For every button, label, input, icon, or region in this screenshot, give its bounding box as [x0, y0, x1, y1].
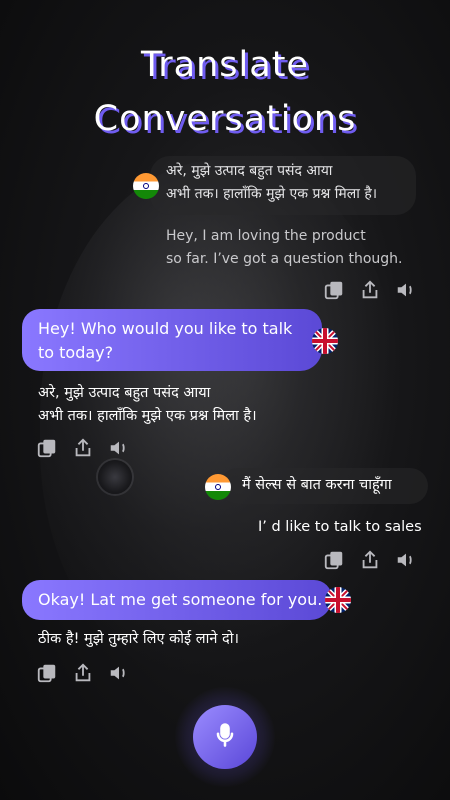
message-text: अरे, मुझे उत्पाद बहुत पसंद आया अभी तक। ह… [166, 163, 378, 202]
share-icon[interactable] [359, 279, 381, 301]
message-bubble-original[interactable]: Okay! Lat me get someone for you. [22, 580, 332, 620]
copy-icon[interactable] [323, 549, 345, 571]
message-actions [323, 279, 417, 301]
speaker-icon[interactable] [395, 549, 417, 571]
translation-text: Hey, I am loving the product so far. I’v… [166, 228, 403, 267]
microphone-button[interactable] [193, 705, 257, 769]
message-text: Okay! Lat me get someone for you. [38, 590, 323, 609]
microphone-icon [211, 721, 239, 753]
message-bubble-original[interactable]: अरे, मुझे उत्पाद बहुत पसंद आया अभी तक। ह… [150, 156, 416, 215]
message-actions [36, 437, 130, 459]
message-bubble-original[interactable]: मैं सेल्स से बात करना चाहूँगा [220, 468, 428, 504]
copy-icon[interactable] [36, 437, 58, 459]
robot-eye [98, 460, 132, 494]
speaker-icon[interactable] [108, 662, 130, 684]
copy-icon[interactable] [36, 662, 58, 684]
message-text: मैं सेल्स से बात करना चाहूँगा [242, 477, 392, 493]
india-flag-icon [205, 474, 231, 500]
page-title: Translate Conversations [0, 38, 450, 146]
message-actions [36, 662, 130, 684]
share-icon[interactable] [359, 549, 381, 571]
title-line-2: Conversations [93, 99, 357, 139]
uk-flag-icon [325, 587, 351, 613]
title-line-1: Translate [141, 45, 309, 85]
speaker-icon[interactable] [395, 279, 417, 301]
translation-text: अरे, मुझे उत्पाद बहुत पसंद आया अभी तक। ह… [38, 385, 257, 424]
message-text: Hey! Who would you like to talk to today… [38, 319, 293, 362]
translation-text: I’ d like to talk to sales [258, 519, 422, 535]
message-bubble-original[interactable]: Hey! Who would you like to talk to today… [22, 309, 322, 371]
message-actions [323, 549, 417, 571]
speaker-icon[interactable] [108, 437, 130, 459]
share-icon[interactable] [72, 662, 94, 684]
india-flag-icon [133, 173, 159, 199]
share-icon[interactable] [72, 437, 94, 459]
copy-icon[interactable] [323, 279, 345, 301]
translation-text: ठीक है! मुझे तुम्हारे लिए कोई लाने दो। [38, 631, 239, 647]
uk-flag-icon [312, 328, 338, 354]
microphone-button-glow [175, 687, 275, 787]
